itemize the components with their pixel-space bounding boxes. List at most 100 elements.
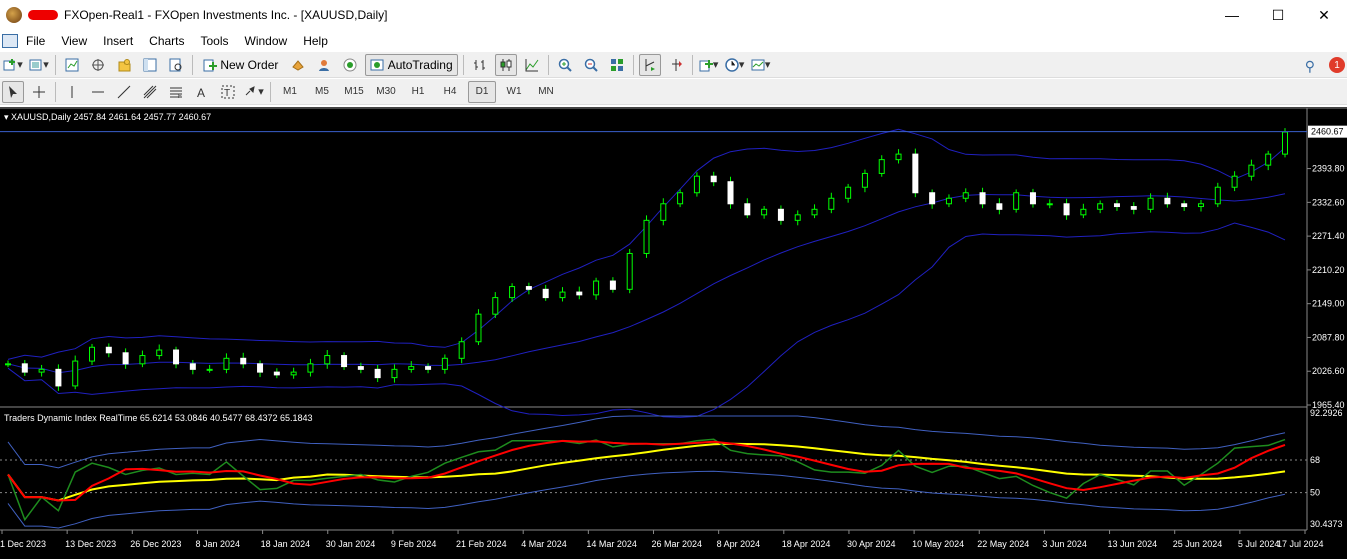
candlestick-icon[interactable] — [494, 53, 517, 76]
chart-window-icon[interactable] — [2, 34, 18, 48]
terminal-icon[interactable] — [139, 54, 161, 76]
zoom-out-icon[interactable] — [580, 54, 602, 76]
tile-windows-icon[interactable] — [606, 54, 628, 76]
close-button[interactable]: ✕ — [1301, 0, 1347, 30]
svg-text:A: A — [197, 86, 205, 99]
candle — [693, 172, 700, 197]
timeframe-h1[interactable]: H1 — [404, 81, 432, 103]
autotrading-label: AutoTrading — [387, 57, 453, 72]
equidistant-channel-icon[interactable] — [139, 81, 161, 103]
date-axis-label: 30 Jan 2024 — [326, 539, 376, 549]
chart-header: ▾ XAUUSD,Daily 2457.84 2461.64 2457.77 2… — [4, 112, 212, 122]
menu-insert[interactable]: Insert — [95, 34, 141, 48]
notifications-badge[interactable]: 1 — [1329, 57, 1345, 73]
menu-charts[interactable]: Charts — [141, 34, 192, 48]
trendline-icon[interactable] — [113, 81, 135, 103]
fibonacci-icon[interactable]: F — [165, 81, 187, 103]
data-window-icon[interactable] — [87, 54, 109, 76]
indicator-axis-label: 50 — [1310, 488, 1320, 498]
metaeditor-icon[interactable] — [339, 54, 361, 76]
date-axis-label: 8 Apr 2024 — [717, 539, 761, 549]
price-axis-label: 2271.40 — [1312, 231, 1345, 241]
price-axis-label: 2087.80 — [1312, 332, 1345, 342]
menu-tools[interactable]: Tools — [193, 34, 237, 48]
text-icon[interactable]: A — [191, 81, 213, 103]
candle — [626, 249, 633, 294]
price-axis-label: 2332.60 — [1312, 197, 1345, 207]
date-axis-label: 8 Jan 2024 — [195, 539, 240, 549]
svg-text:T: T — [224, 88, 230, 99]
text-label-icon[interactable]: T — [217, 81, 239, 103]
timeframe-mn[interactable]: MN — [532, 81, 560, 103]
new-order-button[interactable]: New Order — [198, 54, 283, 76]
menu-window[interactable]: Window — [237, 34, 296, 48]
menu-bar: File View Insert Charts Tools Window Hel… — [0, 30, 1347, 76]
timeframe-m1[interactable]: M1 — [276, 81, 304, 103]
horizontal-line-icon[interactable] — [87, 81, 109, 103]
navigator-icon[interactable] — [113, 54, 135, 76]
redacted-account — [28, 10, 58, 20]
indicator-header: Traders Dynamic Index RealTime 65.6214 5… — [4, 413, 313, 423]
timeframe-d1[interactable]: D1 — [468, 80, 496, 103]
menu-file[interactable]: File — [18, 34, 53, 48]
candle — [727, 176, 734, 209]
templates-icon[interactable]: ▾ — [750, 54, 772, 76]
timeframe-h4[interactable]: H4 — [436, 81, 464, 103]
indicator-axis-label: 30.4373 — [1310, 519, 1343, 529]
date-axis-label: 13 Dec 2023 — [65, 539, 116, 549]
timeframe-m15[interactable]: M15 — [340, 81, 368, 103]
menu-view[interactable]: View — [53, 34, 95, 48]
date-axis-label: 1 Dec 2023 — [0, 539, 46, 549]
maximize-button[interactable]: ☐ — [1255, 0, 1301, 30]
vertical-line-icon[interactable] — [61, 81, 83, 103]
chart-window[interactable]: 2393.80 2332.60 2271.40 2210.20 2149.00 2087.… — [0, 107, 1347, 559]
market-icon[interactable] — [287, 54, 309, 76]
current-price-label: 2460.67 — [1311, 127, 1344, 137]
title-bar: FXOpen-Real1 - FXOpen Investments Inc. -… — [0, 0, 1347, 30]
bar-chart-icon[interactable] — [469, 54, 491, 76]
date-axis-label: 5 Jul 2024 — [1238, 539, 1280, 549]
menu-help[interactable]: Help — [295, 34, 336, 48]
candle — [643, 215, 650, 258]
price-chart[interactable]: 2393.80 2332.60 2271.40 2210.20 2149.00 2087.… — [0, 107, 1347, 559]
date-axis-label: 21 Feb 2024 — [456, 539, 507, 549]
candle — [1282, 128, 1288, 158]
strategy-tester-icon[interactable] — [165, 54, 187, 76]
date-axis-label: 18 Jan 2024 — [261, 539, 311, 549]
candle — [72, 355, 79, 390]
candle — [1013, 189, 1020, 213]
indicator-axis-label: 92.2926 — [1310, 408, 1343, 418]
signals-icon[interactable] — [313, 54, 335, 76]
new-order-label: New Order — [220, 57, 279, 72]
cursor-icon[interactable] — [2, 80, 24, 103]
chart-header-text: XAUUSD,Daily 2457.84 2461.64 2457.77 246… — [11, 112, 212, 122]
line-studies-toolbar: F A T ▾ M1 M5 M15 M30 H1 H4 D1 W1 MN — [0, 79, 1347, 105]
minimize-button[interactable]: — — [1209, 0, 1255, 30]
window-title: FXOpen-Real1 - FXOpen Investments Inc. -… — [64, 8, 388, 22]
auto-scroll-icon[interactable] — [638, 53, 661, 76]
timeframe-w1[interactable]: W1 — [500, 81, 528, 103]
autotrading-button[interactable]: AutoTrading — [365, 53, 458, 76]
timeframe-m30[interactable]: M30 — [372, 81, 400, 103]
new-chart-icon[interactable]: ▾ — [2, 54, 24, 76]
candle — [912, 148, 919, 198]
candle — [475, 309, 482, 346]
price-axis-label: 2026.60 — [1312, 366, 1345, 376]
crosshair-icon[interactable] — [28, 81, 50, 103]
indicators-icon[interactable]: ▾ — [698, 54, 720, 76]
price-axis-label: 2210.20 — [1312, 265, 1345, 275]
timeframe-m5[interactable]: M5 — [308, 81, 336, 103]
chart-shift-icon[interactable] — [665, 54, 687, 76]
date-axis-label: 14 Mar 2024 — [586, 539, 637, 549]
date-axis-label: 17 Jul 2024 — [1277, 539, 1324, 549]
profiles-icon[interactable]: ▾ — [28, 54, 50, 76]
zoom-in-icon[interactable] — [554, 54, 576, 76]
search-icon[interactable]: ⚲ — [1305, 58, 1315, 75]
line-chart-icon[interactable] — [521, 54, 543, 76]
standard-toolbar: ▾ ▾ New Order AutoTrading ▾ ▾ ▾ — [0, 52, 1347, 78]
market-watch-icon[interactable] — [61, 54, 83, 76]
periods-icon[interactable]: ▾ — [724, 54, 746, 76]
price-axis-label: 2393.80 — [1312, 164, 1345, 174]
date-axis-label: 18 Apr 2024 — [782, 539, 831, 549]
arrows-icon[interactable]: ▾ — [243, 81, 265, 103]
